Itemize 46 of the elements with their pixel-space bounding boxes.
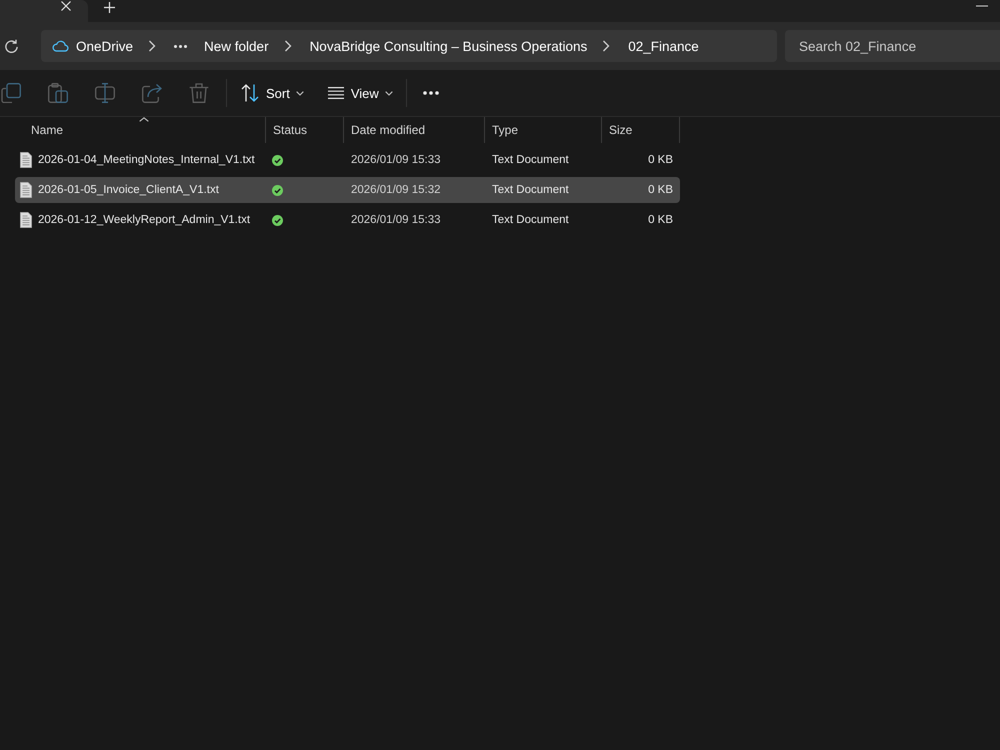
file-row[interactable]: 2026-01-04_MeetingNotes_Internal_V1.txt 2026/01/09 15:33 Text Document 0 KB (15, 147, 680, 173)
more-icon[interactable] (422, 91, 439, 95)
address-bar[interactable]: OneDrive New folder NovaBridge Consulting – Business Operations 02_Finance (41, 30, 777, 62)
file-type: Text Document (492, 154, 569, 166)
file-size: 0 KB (648, 214, 673, 226)
document-icon (20, 182, 32, 198)
document-icon (20, 212, 32, 228)
file-size: 0 KB (648, 154, 673, 166)
view-button[interactable]: View (322, 80, 399, 106)
sort-button[interactable]: Sort (235, 78, 310, 108)
column-header[interactable]: Size (602, 117, 680, 143)
breadcrumb-item[interactable]: OneDrive (76, 38, 134, 54)
minimize-icon[interactable] (976, 5, 988, 7)
file-name: 2026-01-04_MeetingNotes_Internal_V1.txt (38, 154, 255, 166)
file-size: 0 KB (648, 184, 673, 196)
list-lines-icon (328, 87, 344, 99)
file-row[interactable]: 2026-01-05_Invoice_ClientA_V1.txt 2026/01/09 15:32 Text Document 0 KB (15, 177, 680, 203)
file-type: Text Document (492, 184, 569, 196)
column-header[interactable]: Date modified (344, 117, 485, 143)
chevron-down-icon (296, 90, 304, 96)
column-header[interactable]: Name (15, 117, 266, 143)
ellipsis-icon[interactable] (174, 44, 188, 48)
search-field[interactable]: Search 02_Finance (785, 30, 1000, 62)
plus-icon[interactable] (104, 2, 115, 13)
refresh-icon[interactable] (4, 38, 19, 54)
cloud-icon (52, 40, 69, 52)
chevron-down-icon (384, 90, 393, 96)
file-row[interactable]: 2026-01-12_WeeklyReport_Admin_V1.txt 2026/01/09 15:33 Text Document 0 KB (15, 207, 680, 233)
date-modified: 2026/01/09 15:33 (351, 214, 441, 226)
chevron-right-icon[interactable] (284, 40, 292, 52)
date-modified: 2026/01/09 15:32 (351, 184, 441, 196)
document-icon (20, 152, 32, 168)
column-header[interactable]: Status (266, 117, 344, 143)
file-name: 2026-01-12_WeeklyReport_Admin_V1.txt (38, 214, 250, 226)
chevron-right-icon[interactable] (148, 40, 156, 52)
breadcrumb-item[interactable]: New folder (204, 38, 269, 54)
file-name: 2026-01-05_Invoice_ClientA_V1.txt (38, 184, 219, 196)
column-header[interactable]: Type (485, 117, 602, 143)
breadcrumb-item[interactable]: NovaBridge Consulting – Business Operations (310, 38, 588, 54)
chevron-right-icon[interactable] (602, 40, 610, 52)
file-type: Text Document (492, 214, 569, 226)
chevron-up-icon (139, 117, 149, 122)
breadcrumb-item[interactable]: 02_Finance (628, 38, 699, 54)
sort-icon (241, 84, 259, 102)
close-icon[interactable] (61, 1, 71, 11)
date-modified: 2026/01/09 15:33 (351, 154, 441, 166)
